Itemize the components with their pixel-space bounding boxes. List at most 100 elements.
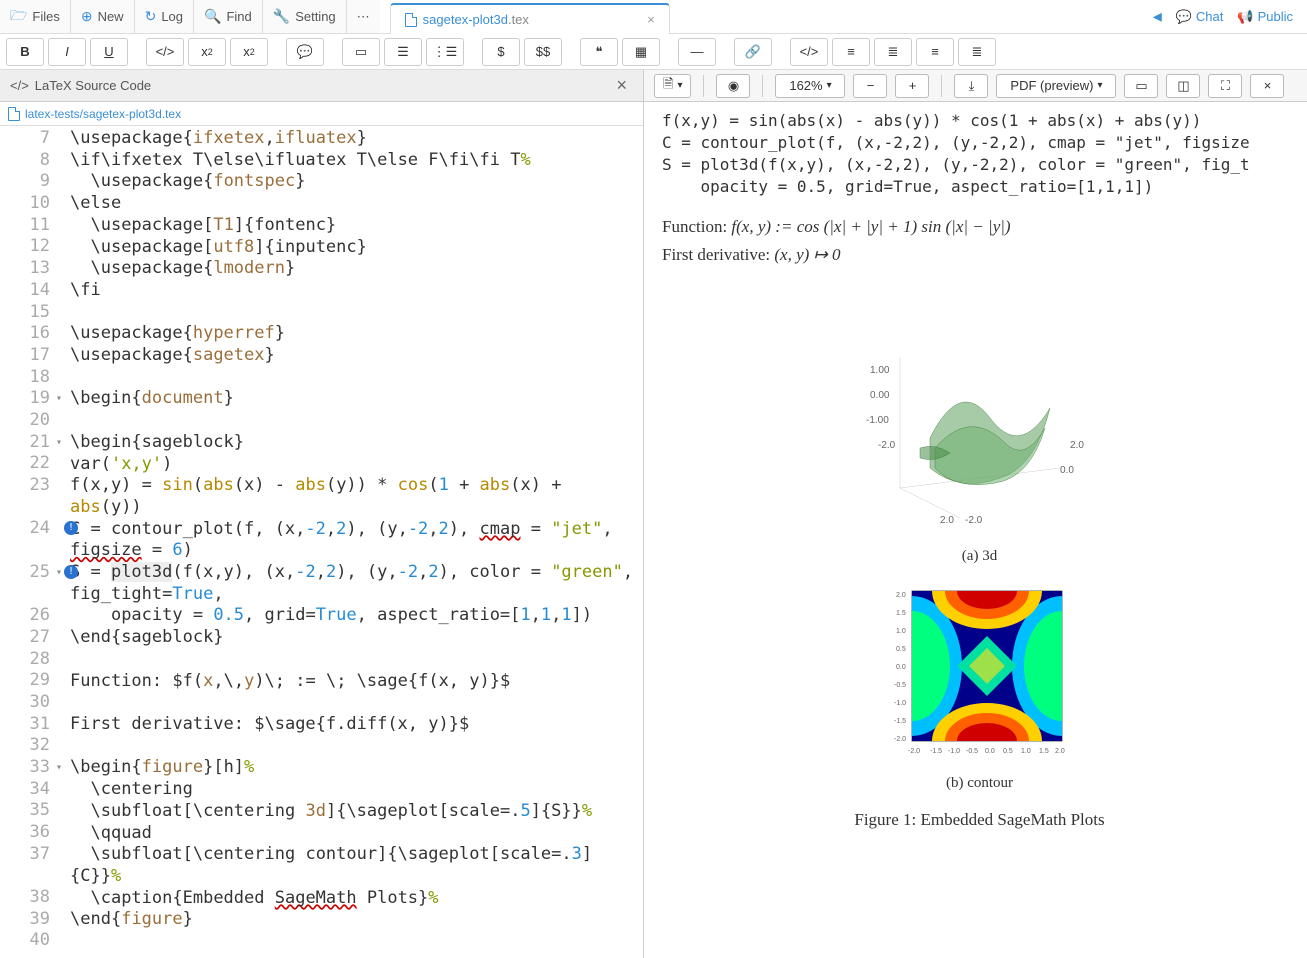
zoom-in-button[interactable]: + (895, 74, 929, 98)
svg-text:1.5: 1.5 (896, 610, 906, 617)
inline-math-button[interactable]: $ (482, 38, 520, 66)
svg-text:-1.5: -1.5 (894, 718, 906, 725)
figure-caption: Figure 1: Embedded SageMath Plots (662, 810, 1297, 830)
folder-icon: 🗁 (10, 5, 27, 29)
comment-button[interactable]: 💬 (286, 38, 324, 66)
align-right-button[interactable]: ≡ (916, 38, 954, 66)
filepath-bar[interactable]: latex-tests/sagetex-plot3d.tex (0, 102, 643, 126)
svg-text:-2.0: -2.0 (878, 440, 896, 451)
svg-text:-1.00: -1.00 (866, 415, 889, 426)
svg-text:2.0: 2.0 (940, 515, 954, 526)
svg-text:-2.0: -2.0 (965, 515, 983, 526)
align-center-button[interactable]: ≣ (874, 38, 912, 66)
preview-body[interactable]: f(x,y) = sin(abs(x) - abs(y)) * cos(1 + … (644, 102, 1307, 958)
more-button[interactable]: ⋯ (347, 0, 380, 33)
close-tab-icon[interactable]: × (647, 12, 655, 27)
page-icon: 🗎 (663, 75, 673, 97)
download-button[interactable]: ⤓ (954, 74, 988, 98)
quote-button[interactable]: ❝ (580, 38, 618, 66)
subscript-button[interactable]: x2 (188, 38, 226, 66)
code-editor[interactable]: 78910111213141516171819▾2021▾222324!25▾!… (0, 126, 643, 958)
svg-text:1.5: 1.5 (1039, 748, 1049, 755)
svg-text:-1.5: -1.5 (930, 748, 942, 755)
file-icon (405, 13, 417, 27)
sync-button[interactable]: ◉ (716, 74, 750, 98)
caption-b: (b) contour (662, 775, 1297, 792)
hr-button[interactable]: — (678, 38, 716, 66)
italic-button[interactable]: I (48, 38, 86, 66)
preview-code-line: opacity = 0.5, grid=True, aspect_ratio=[… (662, 176, 1297, 198)
preview-mode-dropdown[interactable]: PDF (preview) ▾ (996, 74, 1116, 98)
filepath-text: latex-tests/sagetex-plot3d.tex (25, 107, 181, 121)
svg-text:1.0: 1.0 (896, 628, 906, 635)
format-toolbar: B I U </> x2 x2 💬 ▭ ☰ ⋮☰ $ $$ ❝ ▦ — 🔗 </… (0, 34, 1307, 70)
log-button[interactable]: ↻Log (135, 0, 194, 33)
search-icon: 🔍 (204, 8, 221, 25)
code-icon: </> (10, 78, 29, 93)
plot3d-figure: 1.00 0.00 -1.00 -2.0 2.0 0.0 2.0 -2.0 (860, 318, 1100, 538)
settings-button[interactable]: 🔧Setting (263, 0, 347, 33)
svg-text:2.0: 2.0 (1070, 440, 1084, 451)
chat-icon: 💬 (1176, 9, 1192, 25)
svg-text:-1.0: -1.0 (894, 700, 906, 707)
svg-text:-0.5: -0.5 (894, 682, 906, 689)
top-toolbar: 🗁Files ⊕New ↻Log 🔍Find 🔧Setting ⋯ sagete… (0, 0, 1307, 34)
preview-derivative: First derivative: (x, y) ↦ 0 (662, 242, 1297, 268)
link-button[interactable]: 🔗 (734, 38, 772, 66)
display-math-button[interactable]: $$ (524, 38, 562, 66)
files-button[interactable]: 🗁Files (0, 0, 71, 33)
layout1-button[interactable]: ▭ (1124, 74, 1158, 98)
svg-text:0.0: 0.0 (896, 664, 906, 671)
preview-code-line: f(x,y) = sin(abs(x) - abs(y)) * cos(1 + … (662, 110, 1297, 132)
fullscreen-button[interactable]: ⛶ (1208, 74, 1242, 98)
svg-text:0.0: 0.0 (985, 748, 995, 755)
codeblock-button[interactable]: </> (790, 38, 828, 66)
layout2-button[interactable]: ◫ (1166, 74, 1200, 98)
ol-button[interactable]: ⋮☰ (426, 38, 464, 66)
svg-text:-2.0: -2.0 (908, 748, 920, 755)
svg-text:-0.5: -0.5 (966, 748, 978, 755)
superscript-button[interactable]: x2 (230, 38, 268, 66)
svg-text:1.0: 1.0 (1021, 748, 1031, 755)
code-button[interactable]: </> (146, 38, 184, 66)
caption-a: (a) 3d (662, 548, 1297, 565)
file-icon (8, 107, 20, 121)
new-button[interactable]: ⊕New (71, 0, 135, 33)
bold-button[interactable]: B (6, 38, 44, 66)
find-button[interactable]: 🔍Find (194, 0, 263, 33)
close-preview-button[interactable]: × (1250, 74, 1284, 98)
svg-text:0.5: 0.5 (1003, 748, 1013, 755)
svg-text:2.0: 2.0 (1055, 748, 1065, 755)
svg-text:0.5: 0.5 (896, 646, 906, 653)
svg-text:1.00: 1.00 (870, 365, 890, 376)
svg-text:-1.0: -1.0 (948, 748, 960, 755)
justify-button[interactable]: ≣ (958, 38, 996, 66)
ul-button[interactable]: ☰ (384, 38, 422, 66)
align-left-button[interactable]: ≡ (832, 38, 870, 66)
chat-button[interactable]: 💬Chat (1176, 9, 1224, 25)
preview-code-line: C = contour_plot(f, (x,-2,2), (y,-2,2), … (662, 132, 1297, 154)
box-button[interactable]: ▭ (342, 38, 380, 66)
table-button[interactable]: ▦ (622, 38, 660, 66)
editor-header: </> LaTeX Source Code × (0, 70, 643, 102)
close-editor-icon[interactable]: × (610, 75, 633, 96)
zoom-out-button[interactable]: − (853, 74, 887, 98)
wrench-icon: 🔧 (273, 8, 290, 25)
editor-panel: </> LaTeX Source Code × latex-tests/saget… (0, 70, 644, 958)
megaphone-icon: 📢 (1237, 9, 1253, 25)
zoom-display[interactable]: 162% ▾ (775, 74, 845, 98)
contour-figure: 2.0 1.5 1.0 0.5 0.0 -0.5 -1.0 -1.5 -2.0 -2.0 -1… (890, 585, 1070, 765)
refresh-icon: ↻ (145, 8, 157, 25)
caret-left-icon[interactable]: ◂ (1153, 6, 1162, 27)
page-button[interactable]: 🗎▾ (654, 74, 691, 98)
underline-button[interactable]: U (90, 38, 128, 66)
preview-code-line: S = plot3d(f(x,y), (x,-2,2), (y,-2,2), c… (662, 154, 1297, 176)
plus-icon: ⊕ (81, 8, 93, 25)
document-tab[interactable]: sagetex-plot3d.tex × (390, 3, 670, 34)
svg-text:0.00: 0.00 (870, 390, 890, 401)
svg-text:2.0: 2.0 (896, 592, 906, 599)
svg-text:-2.0: -2.0 (894, 736, 906, 743)
public-button[interactable]: 📢Public (1237, 9, 1293, 25)
preview-toolbar: 🗎▾ ◉ 162% ▾ − + ⤓ PDF (preview) ▾ ▭ ◫ ⛶ … (644, 70, 1307, 102)
editor-title: LaTeX Source Code (35, 78, 151, 93)
